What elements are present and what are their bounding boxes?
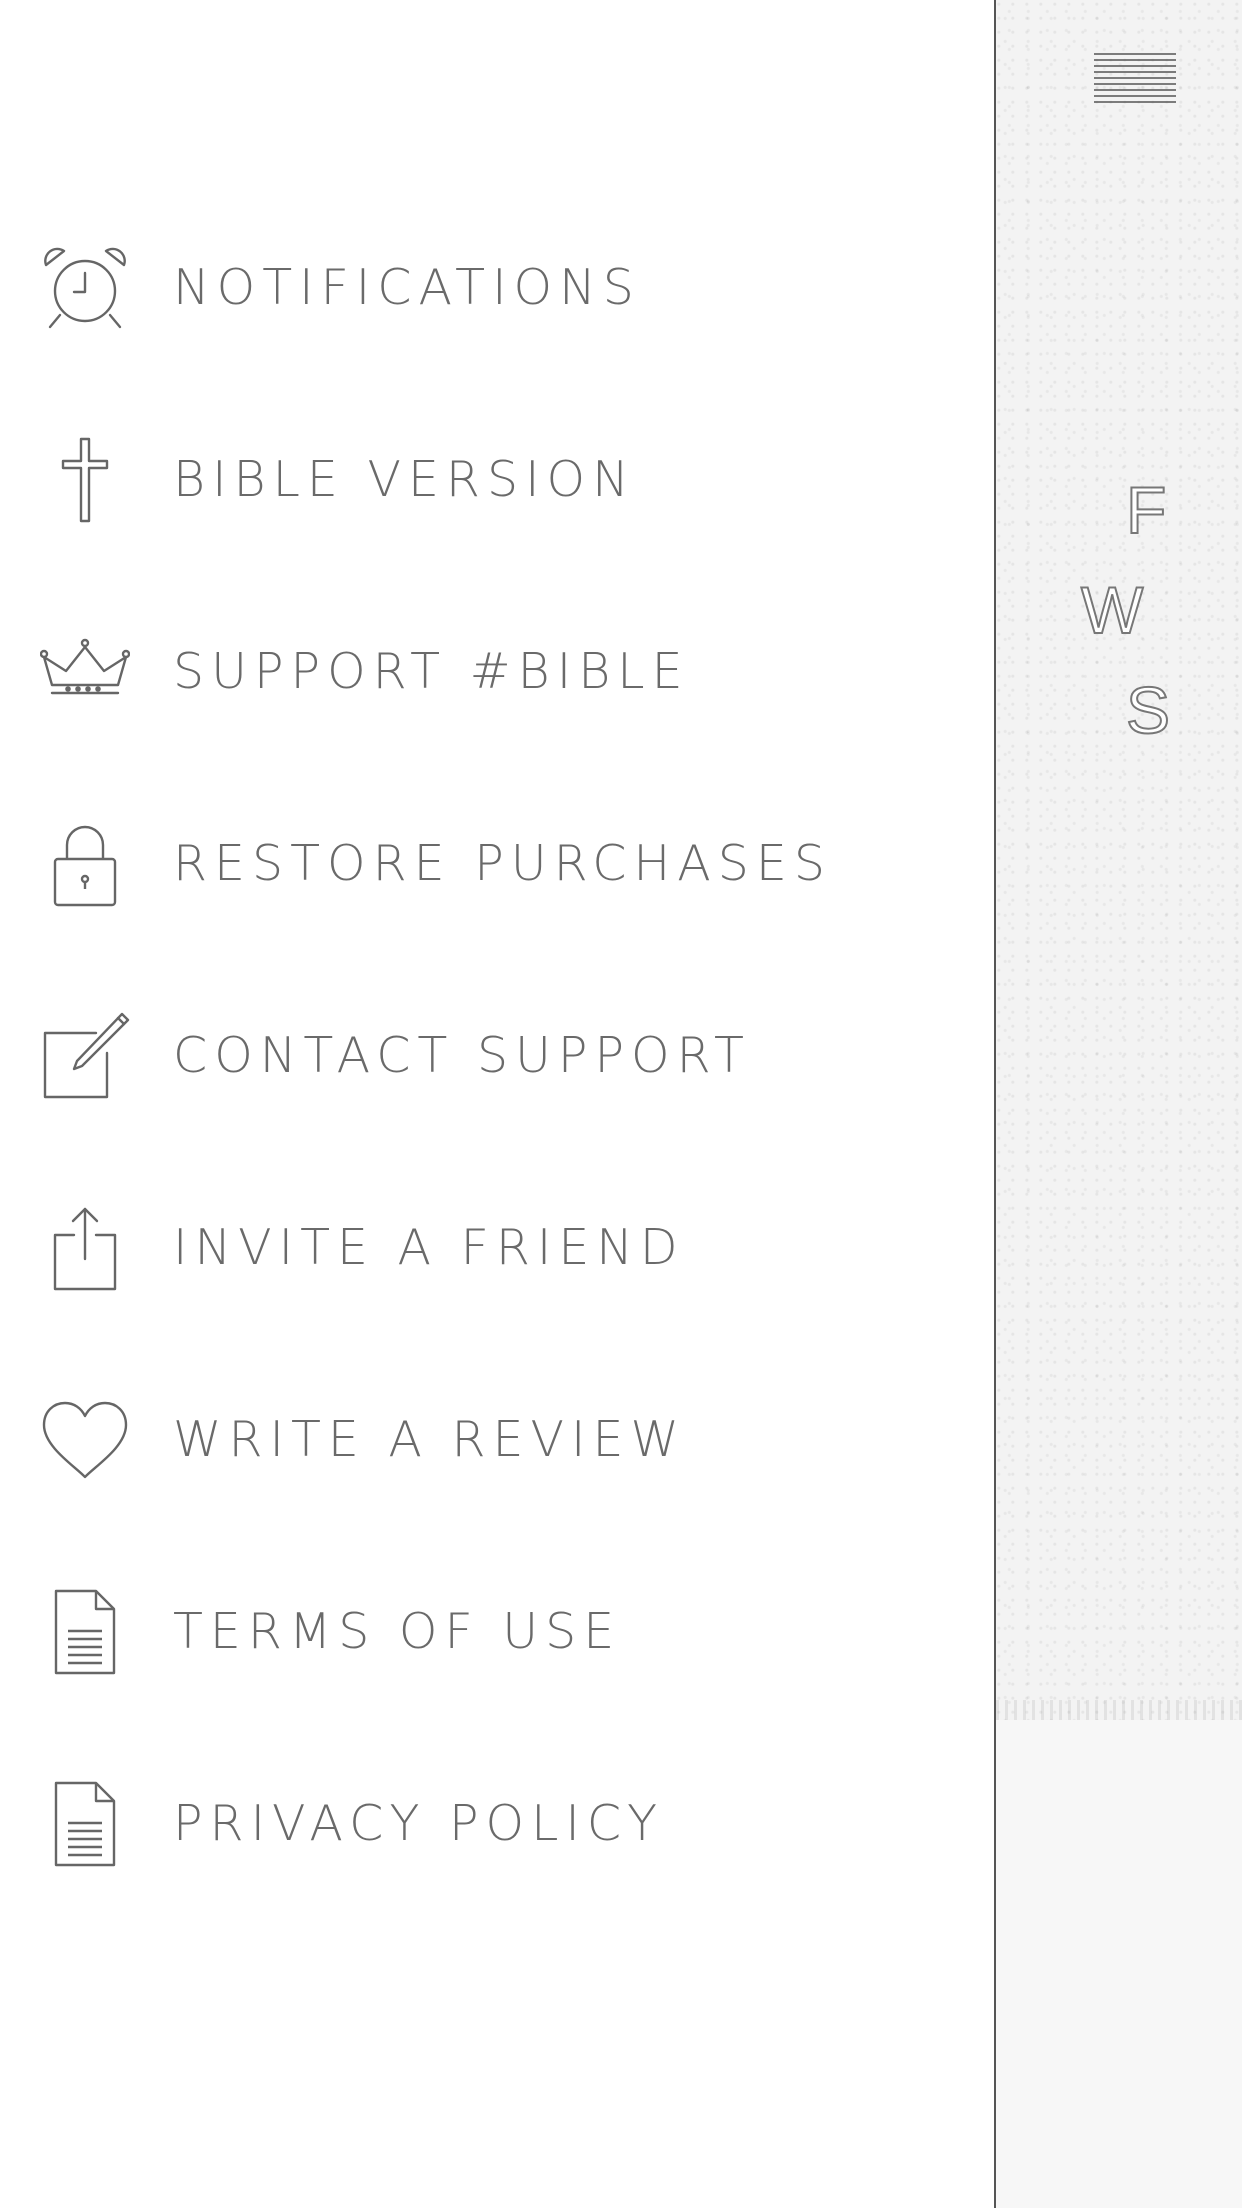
compose-icon [40, 1011, 130, 1101]
menu-item-label: BIBLE VERSION [173, 451, 636, 508]
menu-item-label: CONTACT SUPPORT [173, 1027, 751, 1084]
side-menu: NOTIFICATIONS BIBLE VERSION SUPPORT #BIB [0, 0, 994, 2208]
menu-item-invite-a-friend[interactable]: INVITE A FRIEND [0, 1173, 994, 1323]
document-icon [40, 1587, 130, 1677]
menu-item-label: TERMS OF USE [173, 1603, 622, 1660]
menu-item-bible-version[interactable]: BIBLE VERSION [0, 405, 994, 555]
verse-text-line: S [1125, 672, 1171, 748]
menu-item-privacy-policy[interactable]: PRIVACY POLICY [0, 1749, 994, 1899]
share-icon [40, 1203, 130, 1293]
alarm-clock-icon [40, 243, 130, 333]
crown-icon [40, 627, 130, 717]
menu-item-write-a-review[interactable]: WRITE A REVIEW [0, 1365, 994, 1515]
document-icon [40, 1779, 130, 1869]
hamburger-menu-icon[interactable] [1092, 50, 1178, 110]
padlock-icon [40, 819, 130, 909]
verse-text-fragment: F W S [1080, 460, 1242, 760]
heart-icon [40, 1395, 130, 1485]
menu-item-label: RESTORE PURCHASES [173, 835, 832, 892]
main-content-panel[interactable]: F W S [994, 0, 1242, 2208]
menu-item-label: PRIVACY POLICY [173, 1795, 665, 1852]
menu-item-label: INVITE A FRIEND [173, 1219, 685, 1276]
menu-item-label: SUPPORT #BIBLE [173, 643, 690, 700]
menu-item-support-bible[interactable]: SUPPORT #BIBLE [0, 597, 994, 747]
menu-item-label: WRITE A REVIEW [173, 1411, 686, 1468]
menu-item-contact-support[interactable]: CONTACT SUPPORT [0, 981, 994, 1131]
verse-text-line: W [1080, 572, 1144, 648]
menu-item-terms-of-use[interactable]: TERMS OF USE [0, 1557, 994, 1707]
cross-icon [40, 435, 130, 525]
verse-text-line: F [1125, 472, 1167, 548]
menu-item-label: NOTIFICATIONS [173, 259, 641, 316]
menu-item-notifications[interactable]: NOTIFICATIONS [0, 213, 994, 363]
menu-item-restore-purchases[interactable]: RESTORE PURCHASES [0, 789, 994, 939]
panel-lower-area [996, 1720, 1242, 2208]
